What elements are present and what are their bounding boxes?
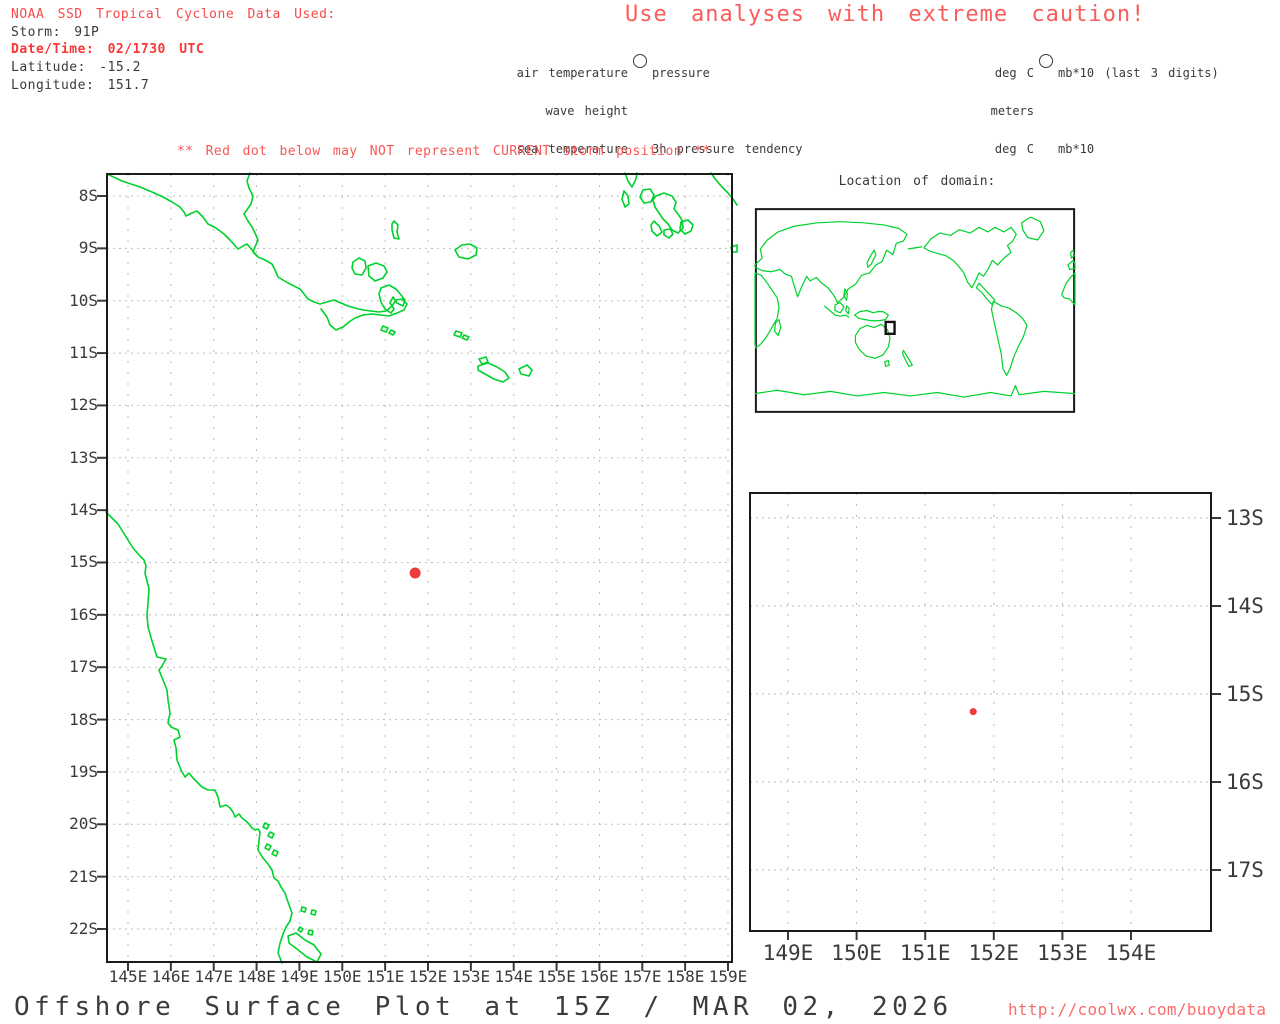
legend-air-temperature: air temperature — [516, 66, 628, 81]
y-tick-label: 16S — [69, 604, 98, 624]
y-tick-label: 10S — [69, 290, 98, 310]
y-tick-label: 18S — [69, 709, 98, 729]
storm-longitude: Longitude: 151.7 — [11, 78, 150, 93]
storm-position-dot — [969, 708, 977, 716]
main-map — [97, 172, 738, 971]
zoom-map-ticks — [787, 517, 1221, 940]
legend-mb10-last3: mb*10 (last 3 digits) — [1058, 66, 1219, 81]
world-coastlines — [755, 217, 1075, 397]
zoom-map — [749, 492, 1221, 940]
y-tick-label: 19S — [69, 761, 98, 781]
x-tick-label: 159E — [708, 967, 748, 986]
plot-title: Offshore Surface Plot at 15Z / MAR 02, 2… — [14, 992, 953, 1022]
legend-degc-2: deg C — [994, 141, 1034, 156]
legend-meters: meters — [990, 103, 1034, 118]
world-inset-map — [755, 208, 1075, 413]
y-tick-label: 14S — [69, 500, 98, 520]
station-circle-icon — [1039, 54, 1053, 68]
y-tick-label: 13S — [1226, 506, 1264, 530]
y-tick-label: 15S — [69, 552, 98, 572]
storm-id: Storm: 91P — [11, 25, 100, 40]
station-units-left: deg C meters deg C — [850, 42, 1034, 181]
y-tick-label: 17S — [1226, 858, 1264, 882]
y-tick-label: 14S — [1226, 594, 1264, 618]
main-map-frame — [106, 173, 733, 963]
main-map-ticks — [97, 195, 729, 971]
legend-spacer — [1058, 105, 1219, 118]
y-tick-label: 17S — [69, 657, 98, 677]
y-tick-label: 13S — [69, 447, 98, 467]
zoom-map-frame — [749, 492, 1212, 932]
storm-datetime: Date/Time: 02/1730 UTC — [11, 42, 205, 57]
caution-headline: Use analyses with extreme caution! — [625, 2, 1146, 27]
y-tick-label: 12S — [69, 395, 98, 415]
y-tick-label: 15S — [1226, 682, 1264, 706]
world-inset-frame — [756, 209, 1074, 412]
y-tick-label: 20S — [69, 814, 98, 834]
station-legend-left: air temperature wave height sea temperat… — [430, 42, 628, 181]
main-map-coastlines — [105, 172, 738, 964]
station-circle-icon — [633, 54, 647, 68]
legend-mb10: mb*10 — [1058, 141, 1095, 156]
y-tick-label: 11S — [69, 343, 98, 363]
y-tick-label: 21S — [69, 866, 98, 886]
legend-pressure: pressure — [652, 66, 710, 81]
storm-data-header: NOAA SSD Tropical Cyclone Data Used: — [11, 7, 336, 22]
domain-location-box — [886, 322, 895, 334]
storm-position-dot — [409, 567, 421, 579]
y-tick-label: 8S — [78, 186, 98, 205]
offshore-surface-plot-page: NOAA SSD Tropical Cyclone Data Used: Sto… — [0, 0, 1280, 1024]
y-tick-label: 22S — [69, 918, 98, 938]
zoom-map-grid — [750, 493, 1211, 931]
inset-title: Location of domain: — [838, 174, 996, 189]
legend-degc-1: deg C — [994, 66, 1034, 81]
legend-spacer — [652, 105, 803, 118]
y-tick-label: 16S — [1226, 770, 1264, 794]
main-map-grid — [107, 174, 732, 962]
station-units-right: mb*10 (last 3 digits) mb*10 — [1058, 42, 1219, 181]
y-tick-label: 9S — [78, 238, 98, 258]
station-legend-right: pressure 3h pressure tendency — [652, 42, 803, 181]
storm-latitude: Latitude: -15.2 — [11, 60, 141, 75]
legend-wave-height: wave height — [545, 103, 628, 118]
x-tick-label: 154E — [1105, 941, 1157, 965]
source-url[interactable]: http://coolwx.com/buoydata — [1008, 1000, 1266, 1019]
storm-position-warning: ** Red dot below may NOT represent CURRE… — [177, 144, 711, 159]
